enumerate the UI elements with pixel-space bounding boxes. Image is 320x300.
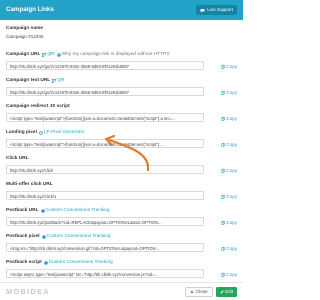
modal-header: Campaign Links Live Support <box>0 0 243 20</box>
copy-icon <box>220 220 225 225</box>
campaign-text-url-field[interactable]: http://trk.clktrk.xyz/go/2c12c97b-932e-4… <box>6 86 204 96</box>
field-label: Landing pixel <box>6 130 37 135</box>
field-label: Multi-offer click URL <box>6 182 53 187</box>
copy-button[interactable]: Copy <box>220 90 237 96</box>
gear-icon <box>39 131 43 135</box>
custom-conversions-tracking-link[interactable]: Custom Conversions Tracking <box>43 260 113 266</box>
field-label: Postback script <box>6 260 42 265</box>
live-support-button[interactable]: Live Support <box>196 5 237 15</box>
copy-button[interactable]: Copy <box>220 116 237 122</box>
field-campaign-text-url: Campaign text URL QR http://trk.clktrk.x… <box>6 78 237 104</box>
lp-pixel-generator-link[interactable]: LP Pixel Generator <box>39 130 84 136</box>
copy-icon <box>220 246 225 251</box>
field-label: Click URL <box>6 156 29 161</box>
copy-icon <box>220 90 225 95</box>
qr-icon <box>42 52 47 57</box>
help-icon: ? <box>56 53 61 57</box>
close-button[interactable]: Close <box>185 286 213 297</box>
copy-icon <box>220 64 225 69</box>
postback-script-field[interactable]: <script async type="text/javascript" src… <box>6 268 204 278</box>
field-label: Campaign redirect JS script <box>6 104 70 109</box>
field-click-url: Click URL http://trk.clktrk.xyz/click Co… <box>6 156 237 182</box>
field-campaign-name: Campaign name Campaign #12345 <box>6 26 237 52</box>
field-postback-url: Postback URL Custom Conversions Tracking… <box>6 208 237 234</box>
link-icon <box>41 235 46 239</box>
campaign-url-field[interactable]: http://trk.clktrk.xyz/go/2c12c97b-932e-4… <box>6 60 204 70</box>
copy-button[interactable]: Copy <box>220 142 237 148</box>
postback-pixel-field[interactable]: <img src="http://trk.clktrk.xyz/conversi… <box>6 242 204 252</box>
field-postback-pixel: Postback pixel Custom Conversions Tracki… <box>6 234 237 260</box>
landing-pixel-field[interactable]: <script type="text/javascript">(function… <box>6 138 204 148</box>
copy-button[interactable]: Copy <box>220 168 237 174</box>
chat-icon <box>200 8 205 13</box>
field-campaign-url: Campaign URL QR ? Why my campaign link i… <box>6 52 237 78</box>
copy-icon <box>220 272 225 277</box>
field-label: Campaign name <box>6 26 44 31</box>
custom-conversions-tracking-link[interactable]: Custom Conversions Tracking <box>40 208 110 214</box>
click-url-field[interactable]: http://trk.clktrk.xyz/click <box>6 164 204 174</box>
custom-conversions-tracking-link[interactable]: Custom Conversions Tracking <box>41 234 111 240</box>
copy-button[interactable]: Copy <box>220 220 237 226</box>
multi-offer-click-url-field[interactable]: http://trk.clktrk.xyz/click/1 <box>6 190 204 200</box>
field-label: Postback URL <box>6 208 39 213</box>
modal-footer: MOBIDEA Close Edit <box>0 282 243 300</box>
edit-icon <box>219 289 224 294</box>
close-icon <box>190 290 194 294</box>
copy-button[interactable]: Copy <box>220 194 237 200</box>
https-help-link[interactable]: ? Why my campaign link is displayed with… <box>56 52 170 58</box>
copy-icon <box>220 168 225 173</box>
copy-button[interactable]: Copy <box>220 64 237 70</box>
redirect-script-field[interactable]: <script type="text/javascript">(function… <box>6 112 204 122</box>
qr-icon <box>52 78 57 83</box>
mobidea-logo: MOBIDEA <box>6 287 50 296</box>
link-icon <box>43 261 48 265</box>
field-value[interactable]: Campaign #12345 <box>6 34 237 40</box>
field-label: Campaign text URL <box>6 78 51 83</box>
field-redirect-js: Campaign redirect JS script <script type… <box>6 104 237 130</box>
link-icon <box>40 209 45 213</box>
campaign-links-modal: Campaign Links Live Support Campaign nam… <box>0 0 243 300</box>
copy-icon <box>220 116 225 121</box>
qr-link[interactable]: QR <box>42 52 55 58</box>
copy-icon <box>220 194 225 199</box>
qr-link[interactable]: QR <box>52 78 64 84</box>
copy-icon <box>220 142 225 147</box>
copy-button[interactable]: Copy <box>220 246 237 252</box>
links-list: Campaign name Campaign #12345 Campaign U… <box>6 26 237 294</box>
field-multi-offer-click-url: Multi-offer click URL http://trk.clktrk.… <box>6 182 237 208</box>
field-label: Postback pixel <box>6 234 40 239</box>
copy-button[interactable]: Copy <box>220 272 237 278</box>
field-label: Campaign URL <box>6 52 41 57</box>
postback-url-field[interactable]: http://trk.clktrk.xyz/postback?cid=REPLA… <box>6 216 204 226</box>
edit-button[interactable]: Edit <box>215 286 237 297</box>
live-support-label: Live Support <box>207 7 233 13</box>
modal-title: Campaign Links <box>6 6 54 14</box>
field-landing-pixel: Landing pixel LP Pixel Generator <script… <box>6 130 237 156</box>
